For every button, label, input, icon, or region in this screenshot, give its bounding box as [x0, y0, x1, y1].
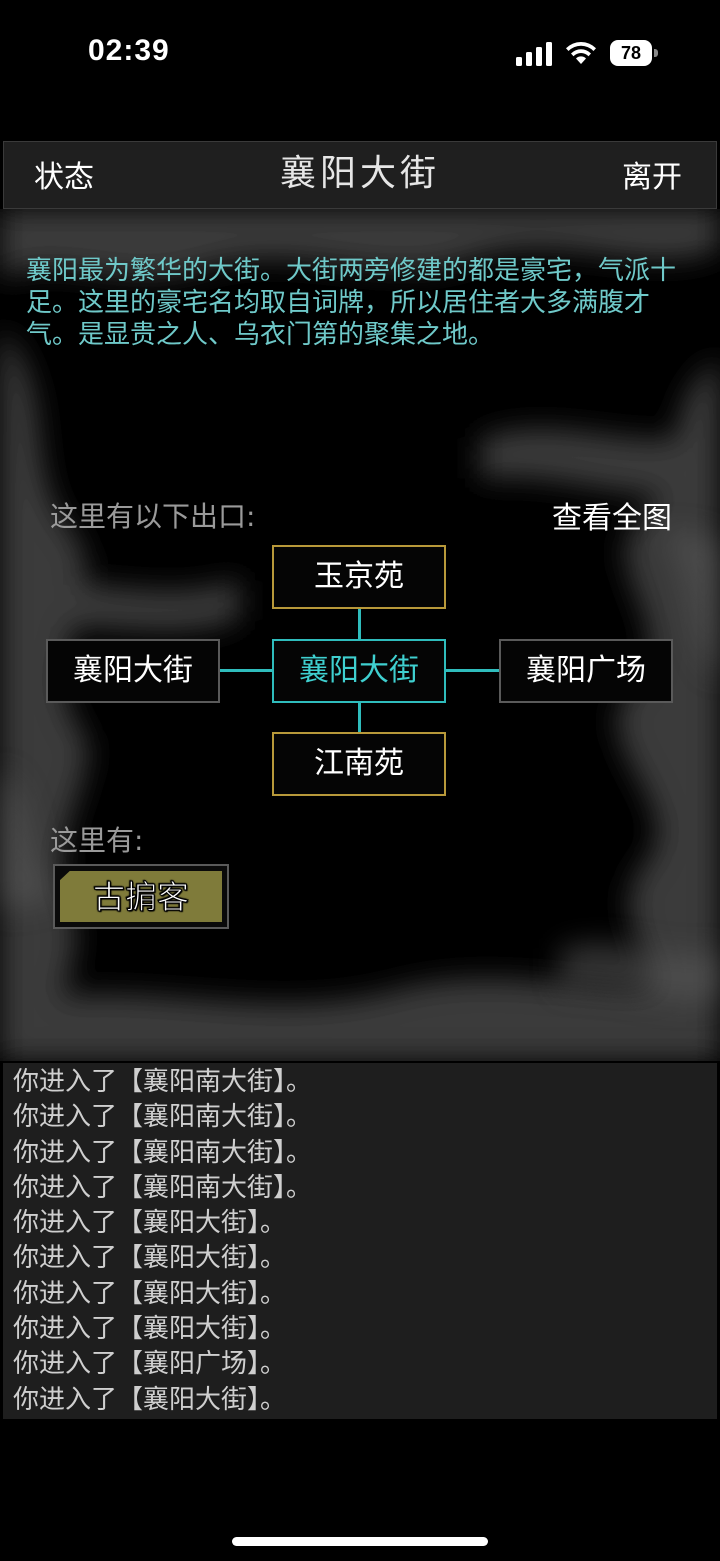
connector-east: [446, 669, 500, 672]
cellular-signal-icon: [516, 42, 552, 66]
message-log[interactable]: 你进入了【襄阳南大街】。 你进入了【襄阳南大街】。 你进入了【襄阳南大街】。 你…: [3, 1063, 717, 1419]
exit-east-label: 襄阳广场: [526, 653, 646, 688]
log-line: 你进入了【襄阳大街】。: [13, 1384, 287, 1415]
exit-south-label: 江南苑: [314, 746, 404, 781]
npc-name: 古掮客: [92, 878, 189, 917]
exit-west-label: 襄阳大街: [73, 653, 193, 688]
exit-west-button[interactable]: 襄阳大街: [46, 639, 220, 703]
battery-cap: [654, 49, 658, 57]
top-bar: 襄阳大街 状态 离开: [3, 141, 717, 209]
room-description: 襄阳最为繁华的大街。大街两旁修建的都是豪宅，气派十足。这里的豪宅名均取自词牌，所…: [26, 256, 677, 350]
home-indicator[interactable]: [232, 1537, 488, 1546]
exits-label: 这里有以下出口:: [50, 500, 256, 533]
current-room-label: 襄阳大街: [299, 653, 419, 688]
exit-north-button[interactable]: 玉京苑: [272, 545, 446, 609]
status-time: 02:39: [88, 34, 170, 67]
connector-west: [219, 669, 273, 672]
battery-level: 78: [610, 40, 652, 66]
log-line: 你进入了【襄阳大街】。: [13, 1314, 287, 1345]
log-line: 你进入了【襄阳南大街】。: [13, 1137, 313, 1168]
log-line: 你进入了【襄阳广场】。: [13, 1349, 287, 1380]
battery-indicator: 78: [610, 40, 658, 66]
status-bar: 02:39 78: [0, 0, 720, 110]
log-line: 你进入了【襄阳南大街】。: [13, 1172, 313, 1203]
room-title: 襄阳大街: [279, 153, 440, 194]
exit-south-button[interactable]: 江南苑: [272, 732, 446, 796]
log-line: 你进入了【襄阳大街】。: [13, 1208, 287, 1239]
exit-east-button[interactable]: 襄阳广场: [499, 639, 673, 703]
log-line: 你进入了【襄阳大街】。: [13, 1278, 287, 1309]
exit-north-label: 玉京苑: [314, 559, 404, 594]
npc-button[interactable]: 古掮客: [53, 864, 229, 929]
log-line: 你进入了【襄阳南大街】。: [13, 1067, 313, 1097]
connector-north: [358, 608, 361, 639]
connector-south: [358, 703, 361, 732]
here-label: 这里有:: [50, 824, 144, 857]
log-line: 你进入了【襄阳南大街】。: [13, 1102, 313, 1133]
leave-button[interactable]: 离开: [622, 142, 682, 210]
view-full-map-button[interactable]: 查看全图: [552, 493, 672, 537]
current-room-node: 襄阳大街: [272, 639, 446, 703]
wifi-icon: [566, 41, 596, 64]
status-button[interactable]: 状态: [34, 142, 94, 210]
log-line: 你进入了【襄阳大街】。: [13, 1243, 287, 1274]
scene-panel: 襄阳最为繁华的大街。大街两旁修建的都是豪宅，气派十足。这里的豪宅名均取自词牌，所…: [0, 209, 720, 1061]
